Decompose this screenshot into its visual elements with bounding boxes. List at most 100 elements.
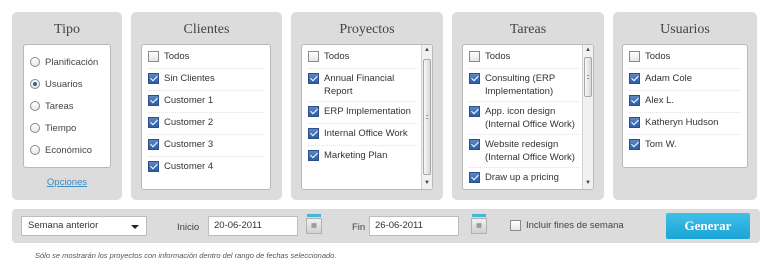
tipo-option-planificacion[interactable]: Planificación [30,51,110,73]
radio-planificacion[interactable] [30,57,40,67]
tipo-option-label: Tiempo [45,122,77,134]
item-label: Todos [645,51,671,62]
checkbox[interactable] [308,150,319,161]
item-label: Customer 4 [164,161,214,172]
item-label: App. icon design (Internal Office Work) [485,106,575,130]
item-label: Internal Office Work [324,128,408,139]
item-label: Todos [324,51,350,62]
tipo-title: Tipo [54,22,80,37]
item-label: Katheryn Hudson [645,117,719,128]
weekend-label: Incluir fines de semana [526,220,624,231]
checkbox[interactable] [148,117,159,128]
list-item[interactable]: Draw up a pricing [469,168,579,189]
checkbox[interactable] [148,161,159,172]
start-label: Inicio [177,222,200,233]
usuarios-panel: Usuarios Todos Adam Cole Alex L. Kathery… [613,12,757,200]
list-item[interactable]: Alex L. [629,91,741,113]
tipo-option-usuarios[interactable]: Usuarios [30,73,110,95]
date-filter-bar: Semana anterior Inicio 20-06-2011 ▦ Fin … [12,209,760,243]
list-item[interactable]: Customer 2 [148,113,264,135]
item-label: Website redesign (Internal Office Work) [485,139,575,163]
checkbox[interactable] [308,73,319,84]
list-item[interactable]: Marketing Plan [308,146,418,168]
list-item[interactable]: Internal Office Work [308,124,418,146]
list-item[interactable]: Customer 1 [148,91,264,113]
checkbox[interactable] [308,128,319,139]
list-item[interactable]: Katheryn Hudson [629,113,741,135]
tipo-option-label: Tareas [45,100,74,112]
checkbox[interactable] [469,172,480,183]
list-item[interactable]: Todos [469,47,579,69]
radio-usuarios[interactable] [30,79,40,89]
checkbox[interactable] [629,117,640,128]
list-item[interactable]: Website redesign (Internal Office Work) [469,135,579,168]
period-select[interactable]: Semana anterior [21,216,147,236]
start-calendar-icon[interactable]: ▦ [306,214,322,234]
radio-tareas[interactable] [30,101,40,111]
checkbox[interactable] [148,73,159,84]
checkbox[interactable] [629,95,640,106]
list-item[interactable]: App. icon design (Internal Office Work) [469,102,579,135]
weekend-checkbox[interactable] [510,220,521,231]
list-item[interactable]: Todos [308,47,418,69]
tipo-option-tareas[interactable]: Tareas [30,95,110,117]
item-label: Draw up a pricing [485,172,559,183]
scroll-thumb[interactable] [584,57,592,97]
tipo-option-economico[interactable]: Económico [30,139,110,161]
checkbox[interactable] [629,51,640,62]
options-link[interactable]: Opciones [12,177,122,188]
list-item[interactable]: Consulting (ERP Implementation) [469,69,579,102]
radio-economico[interactable] [30,145,40,155]
checkbox[interactable] [469,73,480,84]
clientes-panel: Clientes Todos Sin Clientes Customer 1 C… [131,12,282,200]
scroll-thumb[interactable] [423,59,431,175]
scroll-down-icon[interactable]: ▼ [583,178,593,189]
list-item[interactable]: Todos [148,47,264,69]
list-item[interactable]: Todos [629,47,741,69]
item-label: Todos [164,51,190,62]
usuarios-list: Todos Adam Cole Alex L. Katheryn Hudson … [629,47,741,157]
item-label: Todos [485,51,511,62]
list-item[interactable]: Annual Financial Report [308,69,418,102]
item-label: Tom W. [645,139,677,150]
weekend-option[interactable]: Incluir fines de semana [510,220,624,231]
tipo-option-tiempo[interactable]: Tiempo [30,117,110,139]
checkbox[interactable] [469,139,480,150]
chevron-down-icon [131,225,139,229]
end-calendar-icon[interactable]: ▦ [471,214,487,234]
start-date-input[interactable]: 20-06-2011 [208,216,298,236]
list-item[interactable]: Customer 3 [148,135,264,157]
usuarios-title: Usuarios [660,22,710,37]
scroll-up-icon[interactable]: ▲ [583,45,593,56]
checkbox[interactable] [308,51,319,62]
scroll-down-icon[interactable]: ▼ [422,178,432,189]
checkbox[interactable] [629,139,640,150]
scroll-up-icon[interactable]: ▲ [422,45,432,56]
generate-button[interactable]: Generar [666,213,750,239]
proyectos-scrollbar[interactable]: ▲ ▼ [421,45,432,189]
checkbox[interactable] [148,139,159,150]
checkbox[interactable] [469,106,480,117]
checkbox[interactable] [308,106,319,117]
end-date-input[interactable]: 26-06-2011 [369,216,459,236]
proyectos-panel: Proyectos Todos Annual Financial Report … [291,12,443,200]
checkbox[interactable] [629,73,640,84]
tareas-title: Tareas [509,22,547,37]
checkbox[interactable] [469,51,480,62]
proyectos-list: Todos Annual Financial Report ERP Implem… [308,47,418,168]
item-label: Customer 3 [164,139,214,150]
list-item[interactable]: Sin Clientes [148,69,264,91]
list-item[interactable]: Customer 4 [148,157,264,179]
checkbox[interactable] [148,51,159,62]
period-select-value: Semana anterior [28,220,99,231]
radio-tiempo[interactable] [30,123,40,133]
item-label: Annual Financial Report [324,73,395,97]
clientes-list: Todos Sin Clientes Customer 1 Customer 2… [148,47,264,179]
tareas-scrollbar[interactable]: ▲ ▼ [582,45,593,189]
list-item[interactable]: Tom W. [629,135,741,157]
tipo-option-label: Usuarios [45,78,83,90]
list-item[interactable]: Adam Cole [629,69,741,91]
tipo-radio-group: Planificación Usuarios Tareas Tiempo Eco… [23,44,111,168]
list-item[interactable]: ERP Implementation [308,102,418,124]
checkbox[interactable] [148,95,159,106]
